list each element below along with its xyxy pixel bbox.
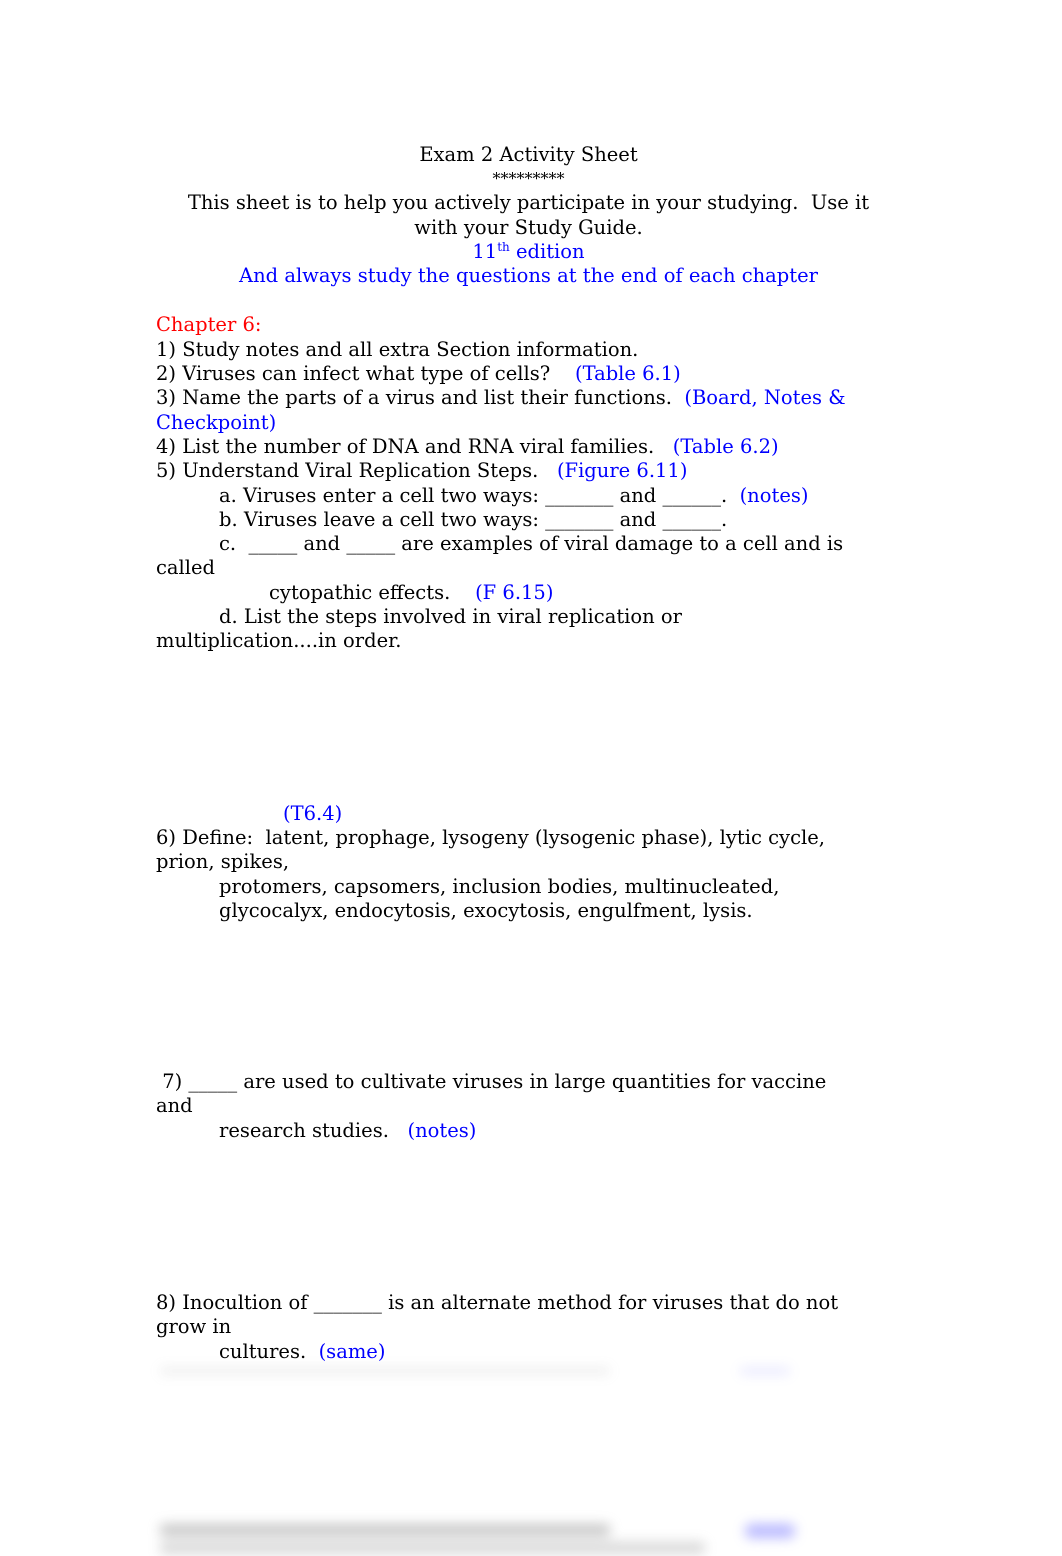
question-5: 5) Understand Viral Replication Steps. (… <box>156 459 901 483</box>
document-title: Exam 2 Activity Sheet <box>419 143 638 166</box>
question-7-cont: and <box>156 1094 193 1118</box>
question-2-text: 2) Viruses can infect what type of cells… <box>156 362 575 386</box>
question-7-cont-2: research studies. (notes) <box>156 1119 901 1143</box>
question-5d-reference: (T6.4) <box>283 801 343 825</box>
blurred-content-overlay-top <box>150 1368 880 1378</box>
question-3-reference-cont: Checkpoint) <box>156 410 277 434</box>
question-4: 4) List the number of DNA and RNA viral … <box>156 435 901 459</box>
divider-stars: ********* <box>492 169 565 189</box>
question-7-text: research studies. <box>219 1118 408 1142</box>
intro-text-line-2: with your Study Guide. <box>414 215 643 239</box>
question-8-text: cultures. <box>219 1339 319 1363</box>
question-5-text: 5) Understand Viral Replication Steps. <box>156 459 557 483</box>
question-5c-reference: (F 6.15) <box>475 580 554 604</box>
question-8-cont-2: cultures. (same) <box>156 1340 901 1364</box>
answer-space-6 <box>156 923 901 1070</box>
question-7-reference: (notes) <box>407 1118 477 1142</box>
question-2-reference: (Table 6.1) <box>574 362 681 386</box>
edition-number: 11 <box>472 239 498 263</box>
question-3: 3) Name the parts of a virus and list th… <box>156 386 901 410</box>
question-8-cont: grow in <box>156 1315 232 1339</box>
question-5d: d. List the steps involved in viral repl… <box>219 605 682 629</box>
intro-text-line-1: This sheet is to help you actively parti… <box>187 191 870 215</box>
answer-space-5d <box>156 654 901 802</box>
question-5c-text: cytopathic effects. <box>269 580 476 604</box>
question-6: 6) Define: latent, prophage, lysogeny (l… <box>156 825 825 849</box>
question-6-cont-2: protomers, capsomers, inclusion bodies, … <box>219 874 780 898</box>
question-5a-text: a. Viruses enter a cell two ways: ______… <box>219 483 740 507</box>
document-page: Exam 2 Activity Sheet ********* This she… <box>156 143 901 1364</box>
question-6-cont: prion, spikes, <box>156 850 290 874</box>
question-5a-reference: (notes) <box>739 483 809 507</box>
question-5c-cont: called <box>156 556 216 580</box>
question-4-reference: (Table 6.2) <box>672 434 779 458</box>
question-6-cont-3: glycocalyx, endocytosis, exocytosis, eng… <box>219 898 753 922</box>
question-5b: b. Viruses leave a cell two ways: ______… <box>219 507 728 531</box>
edition-label: edition <box>509 239 585 263</box>
chapter-heading: Chapter 6: <box>156 313 262 337</box>
question-4-text: 4) List the number of DNA and RNA viral … <box>156 434 673 458</box>
question-8-reference: (same) <box>318 1339 386 1363</box>
question-5c-cont-2: cytopathic effects. (F 6.15) <box>156 581 901 605</box>
question-5a: a. Viruses enter a cell two ways: ______… <box>156 484 901 508</box>
blurred-content-overlay-bottom <box>150 1520 880 1556</box>
answer-space-7 <box>156 1143 901 1291</box>
question-5c: c. _____ and _____ are examples of viral… <box>219 532 844 556</box>
edition-suffix: th <box>497 239 510 254</box>
question-5-reference: (Figure 6.11) <box>556 459 688 483</box>
question-3-text: 3) Name the parts of a virus and list th… <box>156 386 685 410</box>
question-3-reference: (Board, Notes & <box>684 386 846 410</box>
edition-note: 11th edition <box>156 240 901 264</box>
question-7: 7) _____ are used to cultivate viruses i… <box>156 1070 827 1094</box>
question-5d-cont: multiplication....in order. <box>156 629 402 653</box>
question-2: 2) Viruses can infect what type of cells… <box>156 362 901 386</box>
question-8: 8) Inocultion of _______ is an alternate… <box>156 1291 839 1315</box>
question-1: 1) Study notes and all extra Section inf… <box>156 337 639 361</box>
study-reminder: And always study the questions at the en… <box>239 264 818 288</box>
